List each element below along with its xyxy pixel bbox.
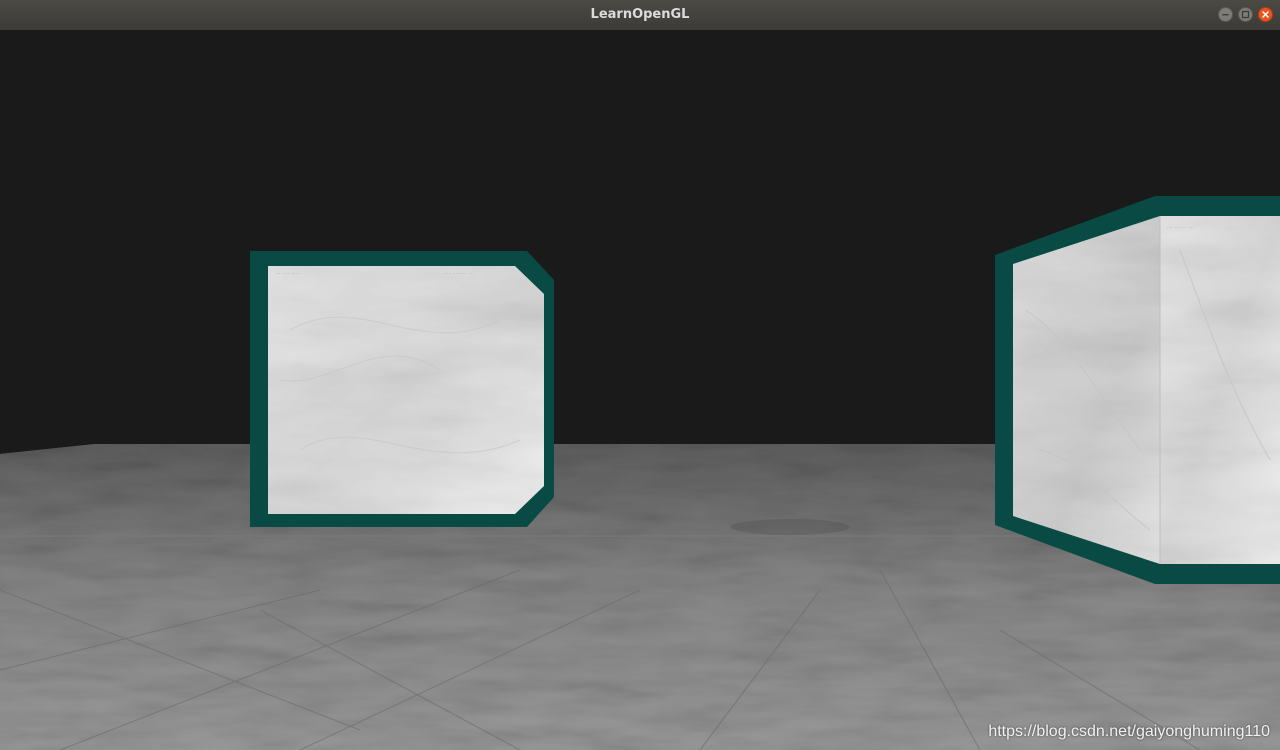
maximize-button[interactable] bbox=[1238, 7, 1253, 22]
cube-left: ·· ··· ···· ··· ······ ·· bbox=[250, 251, 554, 527]
close-icon bbox=[1262, 11, 1269, 18]
close-button[interactable] bbox=[1258, 7, 1273, 22]
app-window: LearnOpenGL ·· ··· ···· ··· ······ ·· ··… bbox=[0, 0, 1280, 750]
minimize-icon bbox=[1222, 14, 1229, 16]
svg-text:·· ··· ····: ·· ··· ···· bbox=[276, 270, 300, 278]
cube-right-front-face bbox=[1160, 216, 1280, 564]
rendered-scene: ·· ··· ···· ··· ······ ·· ··· ····· ··· bbox=[0, 196, 1280, 750]
title-bar[interactable]: LearnOpenGL bbox=[0, 0, 1280, 31]
cube-right: ··· ····· ··· bbox=[995, 196, 1280, 584]
cube-left-face bbox=[268, 266, 544, 514]
svg-text:··· ······ ··: ··· ······ ·· bbox=[444, 270, 473, 278]
opengl-viewport[interactable]: ·· ··· ···· ··· ······ ·· ··· ····· ··· … bbox=[0, 30, 1280, 750]
cube-right-side-face bbox=[1013, 216, 1160, 564]
watermark-text: https://blog.csdn.net/gaiyonghuming110 bbox=[988, 723, 1270, 740]
window-title: LearnOpenGL bbox=[590, 7, 690, 22]
maximize-icon bbox=[1241, 10, 1250, 19]
svg-text:··· ····· ···: ··· ····· ··· bbox=[1166, 224, 1195, 232]
minimize-button[interactable] bbox=[1218, 7, 1233, 22]
